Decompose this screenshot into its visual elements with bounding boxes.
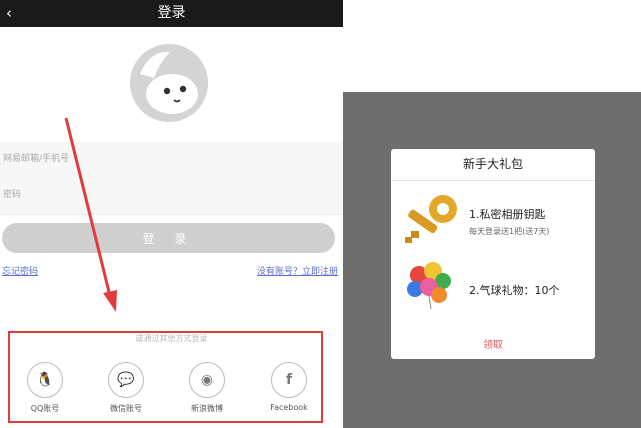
dialog-title: 新手大礼包 [462, 157, 523, 171]
login-screen: ‹ 登录 登 录 忘记密码 没有账号？立即注册 或通过其他方式登录 🐧 QQ账号… [0, 0, 343, 428]
annotation-arrow [64, 117, 117, 312]
balloons-icon [407, 262, 451, 310]
gift-dialog: 新手大礼包 1.私密相册钥匙 每天登录送1把(送7天) 2.气球礼物：10个 领… [391, 149, 595, 359]
dialog-divider [391, 180, 595, 181]
key-icon [405, 195, 457, 243]
gift-item-balloons: 2.气球礼物：10个 [469, 284, 560, 297]
gift-item-key-detail: 每天登录送1把(送7天) [469, 227, 550, 236]
gift-item-key: 1.私密相册钥匙 [469, 208, 546, 221]
claim-button[interactable]: 领取 [391, 336, 595, 351]
